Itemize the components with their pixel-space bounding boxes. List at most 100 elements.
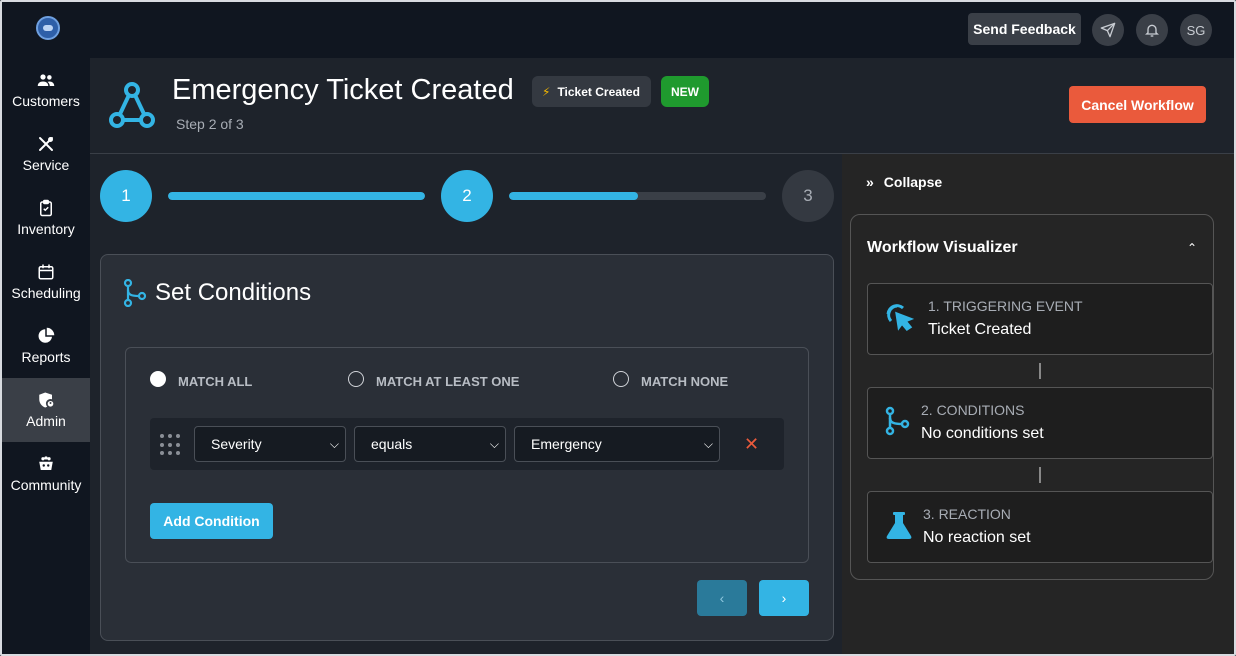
calendar-icon [38, 264, 54, 280]
sidebar-item-scheduling[interactable]: Scheduling [2, 250, 90, 314]
condition-field-select[interactable]: Severity ⌵ [194, 426, 346, 462]
collapse-label: Collapse [883, 174, 943, 190]
visualizer-title: Workflow Visualizer [867, 239, 1018, 256]
visualizer-step-value: No reaction set [923, 529, 1031, 546]
visualizer-step-conditions[interactable]: 2. CONDITIONS No conditions set [867, 387, 1213, 459]
radio-label: MATCH AT LEAST ONE [376, 374, 520, 389]
visualizer-connector [1039, 363, 1041, 379]
collapse-button[interactable]: » Collapse [866, 174, 942, 190]
chevron-down-icon: ⌵ [489, 437, 499, 451]
sidebar-item-community[interactable]: Community [2, 442, 90, 506]
trigger-badge: ⚡ Ticket Created [532, 76, 651, 107]
sidebar-item-label: Community [10, 477, 82, 493]
page-title: Emergency Ticket Created [172, 74, 514, 106]
users-icon [37, 74, 55, 86]
step-1-circle[interactable]: 1 [100, 170, 152, 222]
cursor-click-icon [886, 304, 914, 331]
chevron-down-icon: ⌵ [703, 437, 713, 451]
tools-icon [39, 137, 53, 151]
radio-label: MATCH NONE [641, 374, 729, 389]
visualizer-step-label: 2. CONDITIONS [921, 402, 1025, 418]
radio-label: MATCH ALL [178, 374, 253, 389]
step-3-circle[interactable]: 3 [782, 170, 834, 222]
branch-icon [123, 279, 147, 307]
conditions-title: Set Conditions [155, 279, 312, 306]
sidebar-item-customers[interactable]: Customers [2, 58, 90, 122]
select-value: equals [371, 436, 413, 452]
visualizer-step-value: Ticket Created [928, 321, 1032, 338]
trigger-badge-label: Ticket Created [557, 84, 640, 99]
previous-step-button[interactable]: ‹ [697, 580, 747, 616]
delete-condition-icon[interactable]: ✕ [744, 434, 759, 455]
chevron-up-icon[interactable]: ⌃ [1187, 241, 1197, 255]
radio-button[interactable] [348, 370, 364, 387]
step-track-2-fill [509, 192, 638, 200]
radio-button[interactable] [613, 370, 629, 387]
next-step-button[interactable]: › [759, 580, 809, 616]
app-frame: Send Feedback SG Customers Service Inven… [0, 0, 1236, 656]
sidebar-item-label: Admin [26, 413, 66, 429]
conditions-card: Set Conditions MATCH ALL MATCH AT LEAST … [100, 254, 834, 641]
new-badge: NEW [661, 76, 709, 107]
visualizer-panel: » Collapse Workflow Visualizer ⌃ 1. TRIG… [842, 154, 1234, 654]
visualizer-connector [1039, 467, 1041, 483]
flask-icon [886, 512, 912, 539]
condition-row: Severity ⌵ equals ⌵ Emergency ⌵ ✕ [150, 418, 784, 470]
bell-icon [1145, 24, 1159, 37]
step-track-1-fill [168, 192, 425, 200]
sidebar-item-label: Reports [21, 349, 71, 365]
conditions-box: MATCH ALL MATCH AT LEAST ONE MATCH NONE … [125, 347, 809, 563]
step-2-circle[interactable]: 2 [441, 170, 493, 222]
workflow-header: Emergency Ticket Created ⚡ Ticket Create… [90, 58, 1234, 154]
sidebar-item-admin[interactable]: Admin [2, 378, 90, 442]
top-bar: Send Feedback SG [2, 2, 1234, 58]
notifications-button[interactable] [1136, 14, 1168, 46]
bolt-icon: ⚡ [542, 84, 551, 99]
visualizer-step-label: 3. REACTION [923, 506, 1011, 522]
sidebar-item-label: Inventory [17, 221, 75, 237]
double-chevron-right-icon: » [866, 174, 874, 190]
visualizer-step-reaction[interactable]: 3. REACTION No reaction set [867, 491, 1213, 563]
workflow-visualizer: Workflow Visualizer ⌃ 1. TRIGGERING EVEN… [850, 214, 1214, 580]
pie-chart-icon [38, 327, 55, 343]
app-logo[interactable] [36, 16, 60, 40]
condition-value-select[interactable]: Emergency ⌵ [514, 426, 720, 462]
sidebar-item-label: Scheduling [11, 285, 81, 301]
visualizer-step-label: 1. TRIGGERING EVENT [928, 298, 1083, 314]
match-all-radio[interactable]: MATCH ALL [150, 370, 253, 389]
sidebar: Customers Service Inventory Scheduling R… [2, 58, 90, 654]
branch-icon [885, 406, 910, 436]
add-condition-button[interactable]: Add Condition [150, 503, 273, 539]
drag-handle-icon[interactable] [160, 434, 182, 456]
visualizer-step-trigger[interactable]: 1. TRIGGERING EVENT Ticket Created [867, 283, 1213, 355]
match-at-least-one-radio[interactable]: MATCH AT LEAST ONE [348, 370, 520, 389]
visualizer-step-value: No conditions set [921, 425, 1044, 442]
main-panel: 1 2 3 Set Conditions MATCH ALL MATCH AT … [90, 154, 842, 654]
community-icon [39, 456, 53, 470]
shield-user-icon [39, 392, 55, 408]
condition-operator-select[interactable]: equals ⌵ [354, 426, 506, 462]
cancel-workflow-button[interactable]: Cancel Workflow [1069, 86, 1206, 123]
step-indicator-text: Step 2 of 3 [176, 116, 244, 132]
send-feedback-button[interactable]: Send Feedback [968, 13, 1081, 45]
select-value: Severity [211, 436, 262, 452]
sidebar-item-reports[interactable]: Reports [2, 314, 90, 378]
match-none-radio[interactable]: MATCH NONE [613, 370, 729, 389]
sidebar-item-service[interactable]: Service [2, 122, 90, 186]
chevron-down-icon: ⌵ [329, 437, 339, 451]
radio-button-checked[interactable] [150, 370, 166, 387]
step-track-2 [509, 192, 766, 200]
stepper: 1 2 3 [100, 170, 834, 222]
step-track-1 [168, 192, 425, 200]
chevron-left-icon: ‹ [719, 590, 725, 606]
paper-plane-icon [1100, 22, 1116, 38]
chevron-right-icon: › [781, 590, 787, 606]
sidebar-item-inventory[interactable]: Inventory [2, 186, 90, 250]
select-value: Emergency [531, 436, 602, 452]
workflow-nodes-icon [109, 82, 155, 128]
clipboard-icon [40, 199, 52, 217]
send-message-button[interactable] [1092, 14, 1124, 46]
sidebar-item-label: Service [22, 157, 70, 173]
sidebar-item-label: Customers [12, 93, 80, 109]
user-avatar[interactable]: SG [1180, 14, 1212, 46]
